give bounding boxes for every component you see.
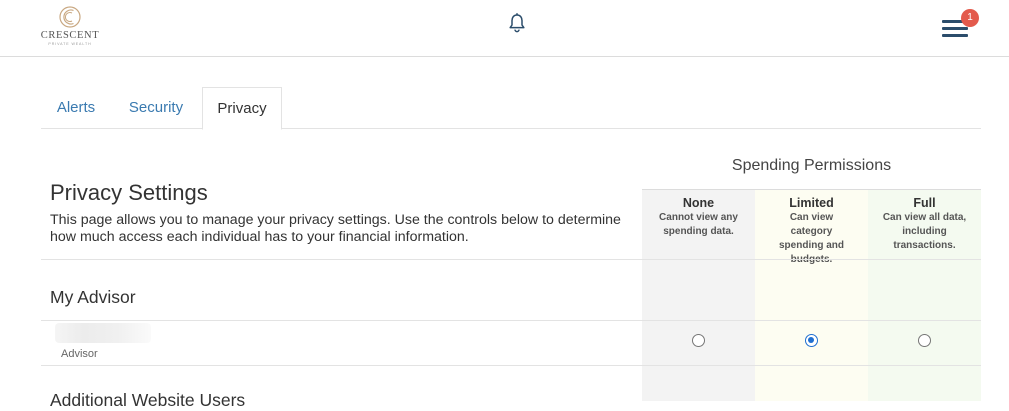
spending-permissions-title: Spending Permissions bbox=[731, 157, 892, 174]
crescent-logo-icon bbox=[59, 6, 81, 28]
logo-name: CRESCENT bbox=[40, 30, 100, 41]
column-header-full: Full Can view all data, including transa… bbox=[868, 196, 981, 253]
my-advisor-heading: My Advisor bbox=[50, 287, 136, 307]
column-header-limited: Limited Can view category spending and b… bbox=[755, 196, 868, 267]
advisor-role: Advisor bbox=[61, 348, 98, 360]
top-header: CRESCENT PRIVATE WEALTH 1 bbox=[0, 0, 1009, 57]
tab-privacy[interactable]: Privacy bbox=[202, 87, 282, 130]
column-full-description: Can view all data, including transaction… bbox=[882, 212, 967, 251]
tab-security[interactable]: Security bbox=[121, 87, 191, 129]
logo-subtitle: PRIVATE WEALTH bbox=[48, 42, 92, 46]
row-divider bbox=[41, 320, 981, 321]
column-full-label: Full bbox=[913, 196, 936, 210]
column-none-description: Cannot view any spending data. bbox=[659, 212, 738, 237]
section-divider bbox=[41, 259, 981, 260]
advisor-name-redacted bbox=[55, 323, 151, 343]
settings-tabs: Alerts Security Privacy bbox=[41, 87, 981, 130]
advisor-permission-none-radio[interactable] bbox=[692, 334, 705, 347]
bell-icon[interactable] bbox=[508, 12, 526, 34]
row-divider bbox=[41, 365, 981, 366]
crescent-logo[interactable]: CRESCENT PRIVATE WEALTH bbox=[38, 5, 102, 49]
advisor-permission-limited-radio[interactable] bbox=[805, 334, 818, 347]
tab-alerts[interactable]: Alerts bbox=[41, 87, 111, 129]
column-header-none: None Cannot view any spending data. bbox=[642, 196, 755, 239]
page-description: This page allows you to manage your priv… bbox=[50, 212, 621, 245]
column-none-label: None bbox=[682, 196, 715, 210]
page-title: Privacy Settings bbox=[50, 180, 208, 205]
menu-notification-badge: 1 bbox=[961, 9, 979, 27]
column-limited-label: Limited bbox=[789, 196, 834, 210]
column-header-divider bbox=[642, 189, 981, 190]
advisor-permission-full-radio[interactable] bbox=[918, 334, 931, 347]
